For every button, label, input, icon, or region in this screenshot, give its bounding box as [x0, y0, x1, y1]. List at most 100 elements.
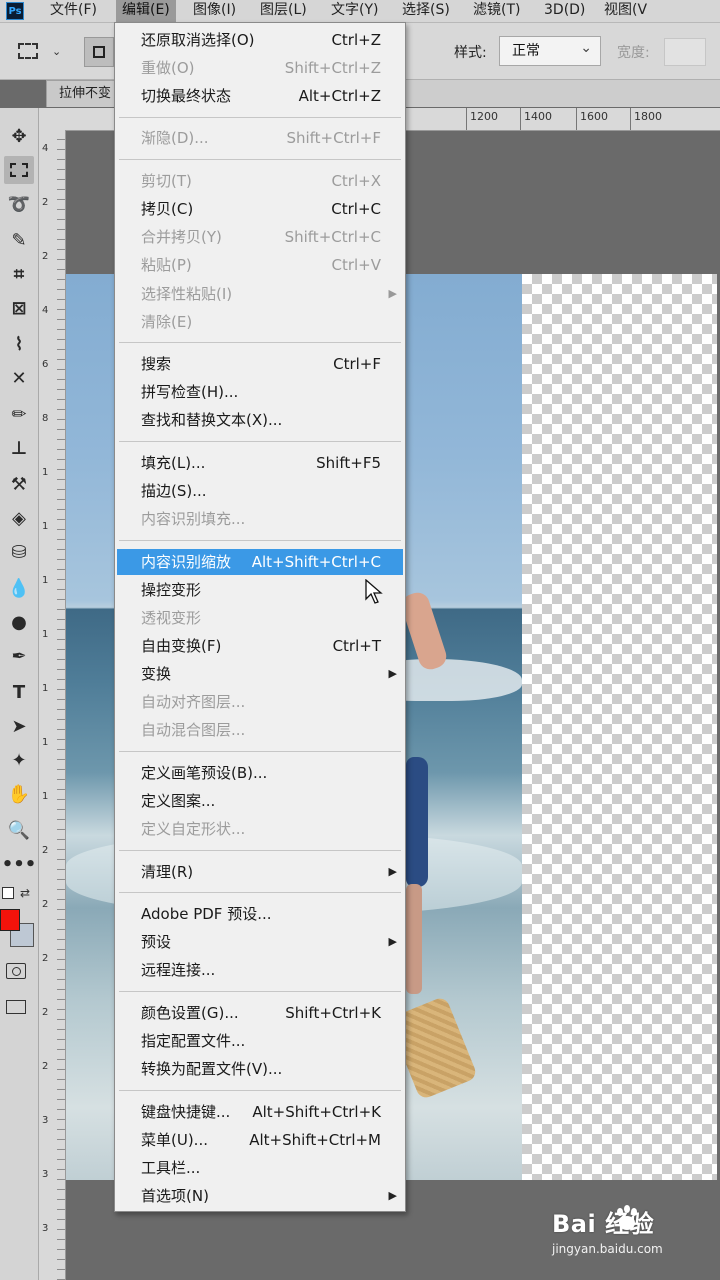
foreground-color-swatch[interactable] [0, 909, 20, 931]
menu-item-presets[interactable]: 预设 ▶ [117, 929, 403, 955]
menu-filter[interactable]: 滤镜(T) [467, 0, 526, 22]
person-leg [406, 884, 422, 994]
menu-item-puppet-warp[interactable]: 操控变形 [117, 577, 403, 603]
menu-item-clear[interactable]: 清除(E) [117, 309, 403, 335]
menu-image[interactable]: 图像(I) [187, 0, 242, 22]
hand-icon[interactable]: ✋ [4, 780, 34, 808]
menu-item-spell-check[interactable]: 拼写检查(H)... [117, 379, 403, 405]
edit-dropdown-menu: 还原取消选择(O) Ctrl+Z 重做(O) Shift+Ctrl+Z 切换最终状态… [114, 22, 406, 1212]
menu-item-auto-blend-layers[interactable]: 自动混合图层... [117, 717, 403, 743]
menu-item-fill[interactable]: 填充(L)... Shift+F5 [117, 450, 403, 476]
ruler-label: 2 [42, 845, 49, 856]
menu-item-stroke[interactable]: 描边(S)... [117, 478, 403, 504]
menu-item-auto-align-layers[interactable]: 自动对齐图层... [117, 689, 403, 715]
swap-colors-icon[interactable]: ⇄ [20, 886, 30, 900]
menu-item-convert-profile[interactable]: 转换为配置文件(V)... [117, 1056, 403, 1082]
submenu-arrow-icon: ▶ [388, 667, 397, 680]
width-input[interactable] [664, 38, 706, 66]
menu-item-transform[interactable]: 变换 ▶ [117, 661, 403, 687]
blur-icon[interactable]: 💧 [4, 574, 34, 602]
menu-item-fade[interactable]: 渐隐(D)... Shift+Ctrl+F [117, 125, 403, 151]
menu-item-perspective-warp[interactable]: 透视变形 [117, 605, 403, 631]
zoom-icon[interactable]: 🔍 [4, 816, 34, 844]
menu-item-undo[interactable]: 还原取消选择(O) Ctrl+Z [117, 27, 403, 53]
ruler-label: 2 [42, 899, 49, 910]
more-icon[interactable]: ••• [2, 850, 37, 878]
menu-item-adobe-pdf-presets[interactable]: Adobe PDF 预设... [117, 901, 403, 927]
ruler-label: 1600 [576, 108, 608, 130]
menu-item-content-aware-scale[interactable]: 内容识别缩放 Alt+Shift+Ctrl+C [117, 549, 403, 575]
menu-item-free-transform[interactable]: 自由变换(F) Ctrl+T [117, 633, 403, 659]
menu-item-remote-connections[interactable]: 远程连接... [117, 957, 403, 983]
eyedropper-icon[interactable]: ⌇ [4, 330, 34, 358]
menu-item-define-brush[interactable]: 定义画笔预设(B)... [117, 760, 403, 786]
new-selection-button[interactable] [84, 37, 114, 67]
watermark-url: jingyan.baidu.com [552, 1242, 663, 1256]
ruler-label: 1 [42, 629, 49, 640]
history-brush-icon[interactable]: ⚒ [4, 470, 34, 498]
baidu-paw-icon [617, 1205, 637, 1230]
move-icon[interactable]: ✥ [4, 122, 34, 150]
menu-item-paste[interactable]: 粘贴(P) Ctrl+V [117, 252, 403, 278]
menu-item-toggle-last-state[interactable]: 切换最终状态 Alt+Ctrl+Z [117, 83, 403, 109]
swimsuit [406, 757, 428, 887]
menu-item-menus[interactable]: 菜单(U)... Alt+Shift+Ctrl+M [117, 1127, 403, 1153]
ruler-label: 4 [42, 305, 49, 316]
ruler-label: 1 [42, 575, 49, 586]
menu-item-cut[interactable]: 剪切(T) Ctrl+X [117, 168, 403, 194]
rect-marquee-icon[interactable] [4, 156, 34, 184]
menu-item-keyboard-shortcuts[interactable]: 键盘快捷键... Alt+Shift+Ctrl+K [117, 1099, 403, 1125]
mouse-cursor-icon [365, 579, 383, 604]
screen-mode-icon[interactable] [6, 1000, 26, 1014]
paint-bucket-icon[interactable]: ⛁ [4, 538, 34, 566]
type-icon[interactable]: T [4, 678, 34, 706]
pen-icon[interactable]: ✒ [4, 642, 34, 670]
menu-view[interactable]: 视图(V [598, 0, 653, 22]
menu-separator [119, 1090, 401, 1091]
ruler-label: 2 [42, 251, 49, 262]
menu-item-preferences[interactable]: 首选项(N) ▶ [117, 1183, 403, 1209]
menu-item-purge[interactable]: 清理(R) ▶ [117, 859, 403, 885]
tools-panel: ✥ ➰ ✎ ⌗ ⊠ ⌇ ✕ ✏ ⊥ ⚒ ◈ ⛁ 💧 ● ✒ T ➤ ✦ ✋ 🔍 … [0, 108, 39, 1280]
stamp-icon[interactable]: ⊥ [4, 434, 34, 462]
menu-item-search[interactable]: 搜索 Ctrl+F [117, 351, 403, 377]
healing-icon[interactable]: ✕ [4, 364, 34, 392]
frame-icon[interactable]: ⊠ [4, 294, 34, 322]
menu-separator [119, 991, 401, 992]
menu-item-find-replace[interactable]: 查找和替换文本(X)... [117, 407, 403, 433]
menu-layer[interactable]: 图层(L) [254, 0, 313, 22]
eraser-icon[interactable]: ◈ [4, 504, 34, 532]
menu-item-toolbar[interactable]: 工具栏... [117, 1155, 403, 1181]
menu-item-copy[interactable]: 拷贝(C) Ctrl+C [117, 196, 403, 222]
menu-item-define-pattern[interactable]: 定义图案... [117, 788, 403, 814]
menu-item-content-aware-fill[interactable]: 内容识别填充... [117, 506, 403, 532]
menu-separator [119, 441, 401, 442]
menu-edit[interactable]: 编辑(E) [116, 0, 176, 22]
style-select[interactable]: 正常 [499, 34, 601, 66]
menu-separator [119, 540, 401, 541]
menu-item-color-settings[interactable]: 颜色设置(G)... Shift+Ctrl+K [117, 1000, 403, 1026]
transparent-area [522, 274, 717, 1180]
quick-mask-icon[interactable] [6, 963, 26, 979]
crop-icon[interactable]: ⌗ [4, 260, 34, 288]
default-colors-icon[interactable] [2, 887, 14, 899]
menu-separator [119, 892, 401, 893]
menu-type[interactable]: 文字(Y) [325, 0, 384, 22]
menu-3d[interactable]: 3D(D) [538, 0, 591, 22]
shape-icon[interactable]: ✦ [4, 746, 34, 774]
path-select-icon[interactable]: ➤ [4, 712, 34, 740]
chevron-down-icon[interactable]: ⌄ [52, 45, 61, 58]
marquee-preset-icon[interactable] [18, 43, 38, 59]
menu-select[interactable]: 选择(S) [396, 0, 456, 22]
menu-item-paste-special[interactable]: 选择性粘贴(I) ▶ [117, 281, 403, 307]
menu-item-copy-merged[interactable]: 合并拷贝(Y) Shift+Ctrl+C [117, 224, 403, 250]
quick-select-icon[interactable]: ✎ [4, 226, 34, 254]
style-select-value: 正常 [512, 43, 540, 59]
menu-item-assign-profile[interactable]: 指定配置文件... [117, 1028, 403, 1054]
menu-item-define-custom-shape[interactable]: 定义自定形状... [117, 816, 403, 842]
brush-icon[interactable]: ✏ [4, 400, 34, 428]
lasso-icon[interactable]: ➰ [4, 190, 34, 218]
dodge-icon[interactable]: ● [4, 608, 34, 636]
menu-file[interactable]: 文件(F) [44, 0, 103, 22]
menu-item-redo[interactable]: 重做(O) Shift+Ctrl+Z [117, 55, 403, 81]
